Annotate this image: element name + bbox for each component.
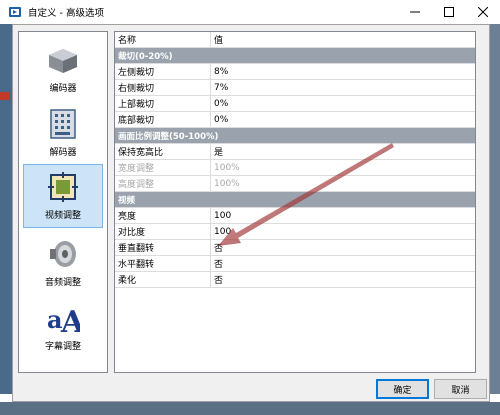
sidebar-item-label: 编码器 xyxy=(49,84,77,94)
cancel-button[interactable]: 取消 xyxy=(434,379,487,399)
background-left xyxy=(0,24,12,394)
maximize-button[interactable] xyxy=(432,0,466,24)
sidebar-item-decoder[interactable]: 解码器 xyxy=(23,100,103,164)
app-icon xyxy=(8,5,22,19)
sidebar-item-label: 视频调整 xyxy=(44,211,81,221)
sidebar-item-label: 音频调整 xyxy=(44,278,81,288)
table-row[interactable]: 上部裁切 0% xyxy=(115,95,475,112)
close-button[interactable] xyxy=(466,0,500,24)
video-adjust-icon xyxy=(46,170,80,204)
audio-adjust-icon xyxy=(46,237,80,271)
background-chip xyxy=(0,92,10,100)
property-name: 上部裁切 xyxy=(115,95,211,112)
column-header-name: 名称 xyxy=(115,32,211,48)
grid-header: 名称 值 xyxy=(115,32,475,48)
table-row[interactable]: 水平翻转否 xyxy=(115,255,475,272)
column-header-value: 值 xyxy=(210,32,475,48)
property-name: 底部裁切 xyxy=(115,111,211,128)
property-name: 高度调整 xyxy=(115,175,211,192)
table-row: 高度调整 100% xyxy=(115,175,475,192)
sidebar-item-audio-adjust[interactable]: 音频调整 xyxy=(23,230,103,294)
property-name: 水平翻转 xyxy=(115,255,211,272)
property-grid: 名称 值 裁切(0-20%) 左侧裁切 8% 右侧裁切 7% 上部裁切 0% 底部裁切… xyxy=(114,31,476,373)
sidebar-item-subtitle-adjust[interactable]: a A 字幕调整 xyxy=(23,294,103,358)
property-value[interactable]: 否 xyxy=(210,239,475,256)
property-value[interactable]: 100 xyxy=(210,223,475,240)
table-row: 宽度调整 100% xyxy=(115,159,475,176)
property-value[interactable]: 是 xyxy=(210,143,475,160)
sidebar-item-label: 解码器 xyxy=(49,148,77,158)
property-value[interactable]: 否 xyxy=(210,271,475,288)
encoder-icon xyxy=(46,43,80,77)
property-name: 亮度 xyxy=(115,207,211,224)
minimize-icon xyxy=(410,11,420,13)
section-title: 画面比例调整(50-100%) xyxy=(115,127,475,144)
decoder-icon xyxy=(46,107,80,141)
close-icon xyxy=(478,7,488,17)
property-name: 保持宽高比 xyxy=(115,143,211,160)
property-name: 柔化 xyxy=(115,271,211,288)
dialog-body: 编码器 解码器 视频调整 音频调整 a A 字幕调整 名称 值 裁切(0-20%… xyxy=(12,24,490,402)
section-title: 裁切(0-20%) xyxy=(115,47,475,64)
table-row[interactable]: 保持宽高比是 xyxy=(115,143,475,160)
table-row[interactable]: 右侧裁切 7% xyxy=(115,79,475,96)
minimize-button[interactable] xyxy=(398,0,432,24)
section-header[interactable]: 裁切(0-20%) xyxy=(115,47,475,64)
property-name: 右侧裁切 xyxy=(115,79,211,96)
property-value: 100% xyxy=(210,159,475,176)
sidebar-item-encoder[interactable]: 编码器 xyxy=(23,36,103,100)
property-value: 100% xyxy=(210,175,475,192)
svg-text:A: A xyxy=(60,305,80,334)
subtitle-adjust-icon: a A xyxy=(46,301,80,335)
property-name: 垂直翻转 xyxy=(115,239,211,256)
background-bottom xyxy=(0,402,500,415)
background-right xyxy=(490,24,500,394)
table-row[interactable]: 对比度 100 xyxy=(115,223,475,240)
window-title: 自定义 - 高级选项 xyxy=(28,8,104,19)
property-name: 对比度 xyxy=(115,223,211,240)
property-value[interactable]: 0% xyxy=(210,111,475,128)
section-title: 视频 xyxy=(115,191,475,208)
property-value[interactable]: 7% xyxy=(210,79,475,96)
section-header[interactable]: 视频 xyxy=(115,191,475,208)
property-value[interactable]: 100 xyxy=(210,207,475,224)
property-value[interactable]: 0% xyxy=(210,95,475,112)
property-value[interactable]: 8% xyxy=(210,63,475,80)
sidebar-item-label: 字幕调整 xyxy=(44,342,81,352)
property-name: 宽度调整 xyxy=(115,159,211,176)
section-header[interactable]: 画面比例调整(50-100%) xyxy=(115,127,475,144)
property-name: 左侧裁切 xyxy=(115,63,211,80)
table-row[interactable]: 亮度 100 xyxy=(115,207,475,224)
sidebar-item-video-adjust[interactable]: 视频调整 xyxy=(23,164,103,228)
table-row[interactable]: 左侧裁切 8% xyxy=(115,63,475,80)
ok-button[interactable]: 确定 xyxy=(376,379,429,399)
property-value[interactable]: 否 xyxy=(210,255,475,272)
table-row[interactable]: 柔化否 xyxy=(115,271,475,288)
table-row[interactable]: 底部裁切 0% xyxy=(115,111,475,128)
title-bar: 自定义 - 高级选项 xyxy=(0,0,500,24)
category-sidebar: 编码器 解码器 视频调整 音频调整 a A 字幕调整 xyxy=(18,31,108,373)
table-row[interactable]: 垂直翻转否 xyxy=(115,239,475,256)
maximize-icon xyxy=(444,7,454,17)
